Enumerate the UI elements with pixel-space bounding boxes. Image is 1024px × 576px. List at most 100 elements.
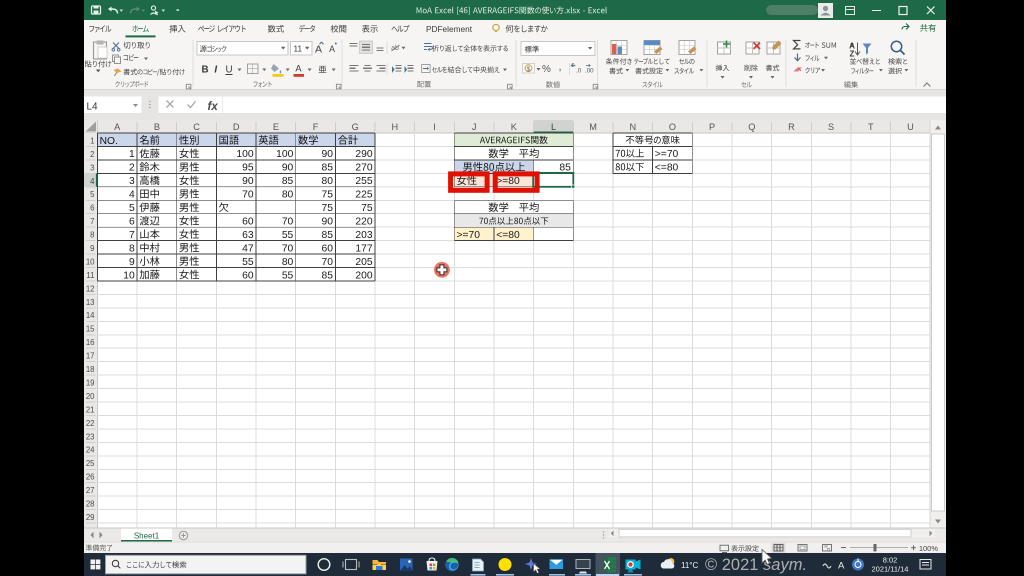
svg-text:55: 55 [282, 230, 294, 241]
svg-text:F: F [313, 122, 319, 132]
svg-text:220: 220 [355, 217, 372, 228]
svg-text:90: 90 [282, 163, 294, 174]
svg-text:100: 100 [236, 149, 253, 160]
svg-text:>=80: >=80 [496, 176, 520, 187]
svg-text:8: 8 [129, 243, 135, 254]
svg-text:13: 13 [86, 298, 95, 307]
svg-text:2: 2 [129, 163, 135, 174]
svg-text:P: P [709, 122, 715, 132]
svg-text:75: 75 [322, 203, 334, 214]
svg-text:4: 4 [90, 177, 95, 186]
svg-text:>=70: >=70 [655, 149, 679, 160]
svg-text:U: U [907, 122, 914, 132]
svg-text:PDFelement: PDFelement [426, 24, 473, 34]
svg-text:19: 19 [86, 379, 95, 388]
svg-text:R: R [788, 122, 795, 132]
svg-text:10: 10 [123, 270, 135, 281]
svg-text:E: E [273, 122, 279, 132]
svg-text:9: 9 [129, 257, 135, 268]
svg-text:7: 7 [129, 230, 135, 241]
svg-text:10: 10 [86, 257, 95, 266]
svg-text:100%: 100% [919, 544, 939, 553]
svg-text:225: 225 [355, 190, 372, 201]
svg-text:85: 85 [282, 176, 294, 187]
svg-text:85: 85 [322, 270, 334, 281]
svg-text:<=80: <=80 [496, 230, 520, 241]
svg-text:L4: L4 [87, 101, 99, 112]
svg-text:26: 26 [86, 473, 95, 482]
svg-text:N: N [629, 122, 636, 132]
svg-text:5: 5 [90, 190, 95, 199]
svg-text:H: H [391, 122, 398, 132]
svg-text:%: % [542, 64, 551, 75]
svg-text:6: 6 [90, 204, 94, 213]
svg-text:A: A [114, 122, 121, 132]
svg-text:M: M [589, 122, 597, 132]
svg-text:11: 11 [294, 45, 303, 54]
svg-text:.0: .0 [576, 68, 582, 75]
svg-text:11: 11 [86, 271, 94, 280]
svg-text:27: 27 [86, 486, 95, 495]
svg-text:1: 1 [90, 136, 94, 145]
svg-text:12: 12 [86, 284, 95, 293]
svg-text:11°C: 11°C [681, 561, 699, 570]
svg-text:47: 47 [242, 243, 254, 254]
svg-text:75: 75 [322, 190, 334, 201]
svg-text:4: 4 [129, 190, 135, 201]
svg-text:2: 2 [90, 150, 94, 159]
svg-text:Q: Q [748, 122, 755, 132]
svg-text:T: T [868, 122, 874, 132]
svg-text:O: O [669, 122, 676, 132]
svg-text:A: A [315, 44, 322, 56]
svg-text:C: C [193, 122, 200, 132]
svg-text:21: 21 [86, 405, 95, 414]
svg-text:3: 3 [90, 163, 94, 172]
svg-text:16: 16 [86, 338, 95, 347]
svg-text:U: U [225, 65, 232, 76]
svg-text:60: 60 [242, 270, 254, 281]
svg-text:G: G [352, 122, 359, 132]
svg-text:70: 70 [322, 257, 334, 268]
svg-text:270: 270 [355, 163, 372, 174]
svg-text:205: 205 [355, 257, 372, 268]
svg-text:60: 60 [322, 243, 334, 254]
svg-text:200: 200 [355, 270, 372, 281]
svg-text:9: 9 [90, 244, 94, 253]
svg-text:85: 85 [322, 163, 334, 174]
svg-text:63: 63 [242, 230, 254, 241]
svg-text:0: 0 [572, 63, 575, 69]
svg-text:2021/11/14: 2021/11/14 [872, 565, 909, 574]
svg-text:100: 100 [276, 149, 293, 160]
svg-text:55: 55 [242, 257, 254, 268]
svg-text:80: 80 [282, 257, 294, 268]
svg-text:A: A [838, 561, 845, 572]
svg-text:14: 14 [86, 311, 95, 320]
svg-text:75: 75 [361, 203, 373, 214]
svg-text:6: 6 [129, 217, 135, 228]
svg-text:A: A [329, 44, 335, 54]
svg-text:fx: fx [208, 101, 219, 113]
svg-text:24: 24 [86, 446, 95, 455]
svg-text:© 2021 saym.: © 2021 saym. [705, 556, 807, 574]
svg-text:70: 70 [242, 190, 254, 201]
svg-text:Z: Z [850, 50, 855, 59]
svg-text:29: 29 [86, 513, 95, 522]
svg-text:18: 18 [86, 365, 95, 374]
svg-text:70: 70 [282, 217, 294, 228]
svg-text:D: D [233, 122, 240, 132]
svg-text:<=80: <=80 [655, 163, 679, 174]
svg-text:I: I [214, 65, 217, 76]
svg-text:95: 95 [242, 163, 254, 174]
svg-text:85: 85 [322, 230, 334, 241]
svg-text:290: 290 [355, 149, 372, 160]
svg-text:L: L [551, 122, 556, 132]
svg-text:I: I [433, 122, 436, 132]
svg-text:60: 60 [242, 217, 254, 228]
svg-text:A: A [295, 64, 302, 74]
svg-text:Sheet1: Sheet1 [134, 531, 160, 540]
svg-text:1: 1 [129, 149, 135, 160]
svg-text:8: 8 [90, 231, 94, 240]
svg-text:8:02: 8:02 [883, 556, 898, 565]
svg-text:28: 28 [86, 500, 95, 509]
svg-text:7: 7 [90, 217, 94, 226]
